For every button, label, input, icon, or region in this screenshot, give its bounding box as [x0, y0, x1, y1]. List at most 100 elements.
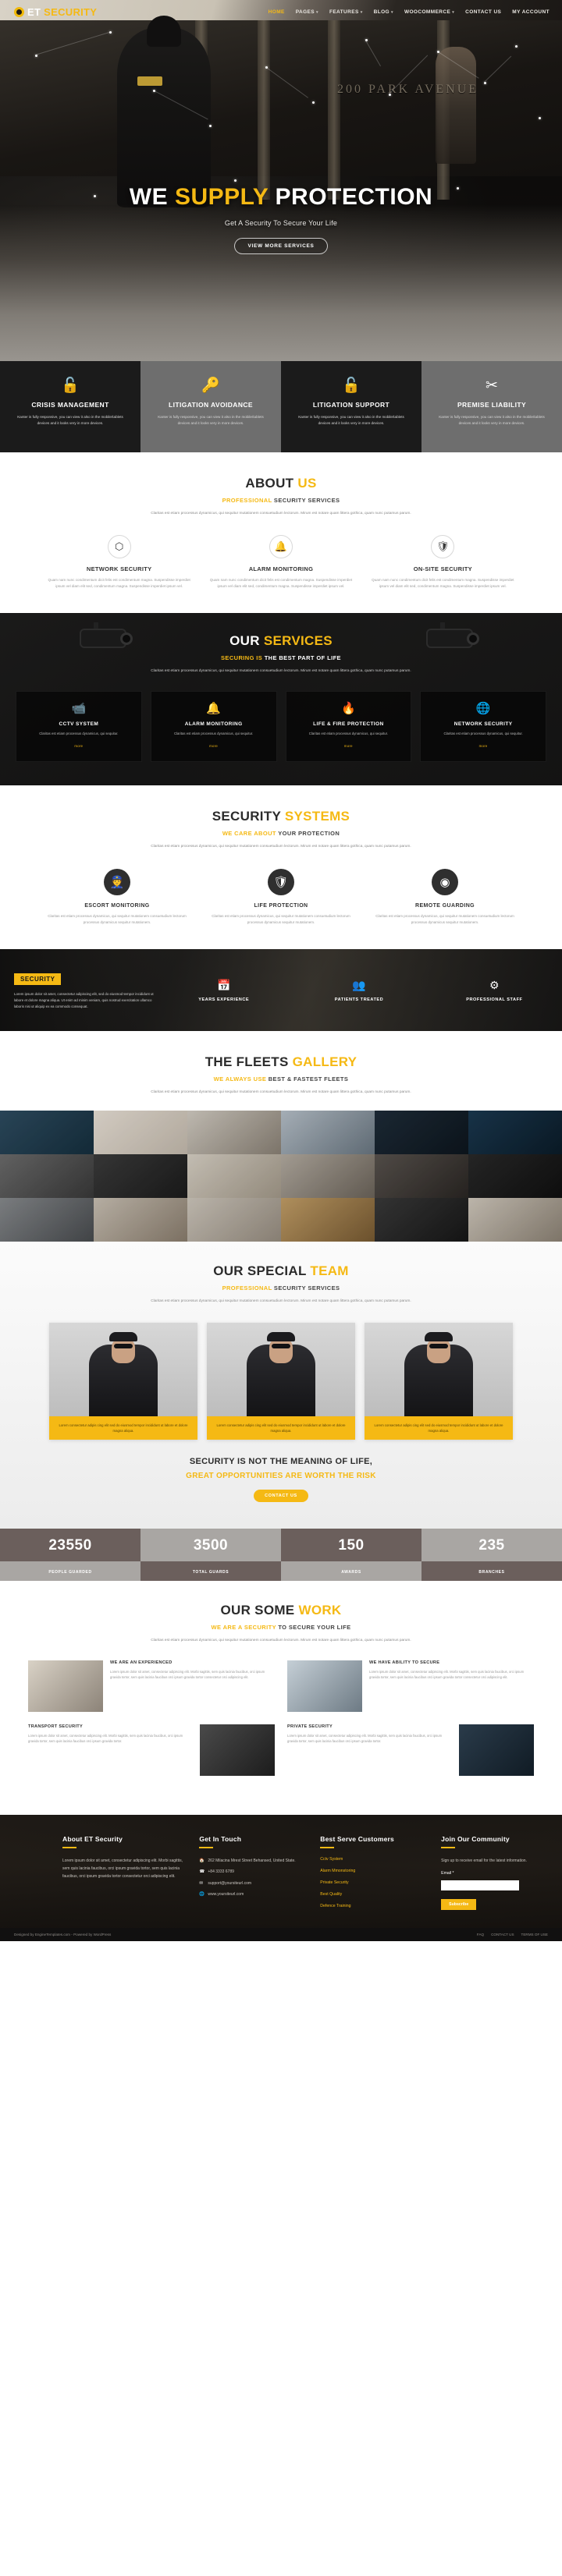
team-member-card[interactable]: Lorem consectetur adipis cing elit sed d… — [49, 1322, 197, 1440]
nav-item-contact-us[interactable]: CONTACT US — [465, 9, 501, 15]
system-desc: Claritas est etiam processus dynamicus, … — [48, 914, 187, 925]
team-member-card[interactable]: Lorem consectetur adipis cing elit sed d… — [207, 1322, 355, 1440]
footer-website-row[interactable]: 🌐 www.yoursiteurl.com — [199, 1890, 306, 1900]
nav-menu[interactable]: HOME PAGES FEATURES BLOG WOOCOMMERCE CON… — [269, 9, 550, 15]
nav-item-blog[interactable]: BLOG — [374, 9, 393, 15]
shield-check-icon: 🛡 — [431, 534, 455, 558]
gallery-item[interactable] — [187, 1197, 281, 1242]
work-post-experienced[interactable]: WE ARE AN EXPERIENCED Lorem ipsum dolor … — [28, 1660, 275, 1712]
copyright-link-faq[interactable]: FAQ — [477, 1933, 484, 1936]
about-column-desc: Quam nam nunc condimentum dicit felis es… — [48, 577, 190, 588]
gallery-item[interactable] — [94, 1197, 187, 1242]
key-icon: 🔑 — [201, 377, 220, 394]
gallery-item[interactable] — [94, 1110, 187, 1154]
gallery-item[interactable] — [0, 1110, 94, 1154]
gallery-item[interactable] — [281, 1153, 375, 1198]
gallery-item[interactable] — [0, 1153, 94, 1198]
footer-link-alarm-monitoring[interactable]: Alarm Mmonstoring — [320, 1869, 427, 1873]
footer-heading-underline — [320, 1846, 335, 1848]
gallery-heading: THE FLEETS GALLERY WE ALWAYS USE BEST & … — [0, 1054, 562, 1097]
feature-title: CRISIS MANAGEMENT — [31, 401, 109, 409]
gallery-item[interactable] — [0, 1197, 94, 1242]
footer-heading: Best Serve Customers — [320, 1834, 394, 1843]
site-logo[interactable]: ET SECURITY — [14, 6, 97, 18]
footer-email-row[interactable]: ✉ support@yoursiteurl.com — [199, 1880, 306, 1889]
work-post-transport-security[interactable]: TRANSPORT SECURITY Lorem ipsum dolor sit… — [28, 1724, 275, 1776]
gallery-text: Claritas est etiam processus dynamicus, … — [151, 1090, 411, 1095]
nav-item-my-account[interactable]: MY ACCOUNT — [512, 9, 550, 15]
work-post-ability-to-secure[interactable]: WE HAVE ABILITY TO SECURE Lorem ipsum do… — [287, 1660, 534, 1712]
view-more-services-button[interactable]: VIEW MORE SERVICES — [234, 238, 328, 254]
nav-item-pages[interactable]: PAGES — [296, 9, 318, 15]
services-subtitle-highlight: SECURING IS — [221, 654, 265, 662]
about-subtitle-dark: SECURITY SERVICES — [272, 497, 340, 504]
service-card-cctv-system[interactable]: 📹 CCTV SYSTEM Claritas est etiam process… — [16, 690, 142, 762]
newsletter-email-input[interactable] — [441, 1880, 520, 1890]
service-card-network-security[interactable]: 🌐 NETWORK SECURITY Claritas est etiam pr… — [420, 690, 546, 762]
nav-item-home[interactable]: HOME — [269, 9, 285, 15]
gallery-item[interactable] — [187, 1110, 281, 1154]
hero-particle-overlay — [0, 0, 562, 361]
gallery-title: THE FLEETS GALLERY — [0, 1054, 562, 1070]
counter-label: TOTAL GUARDS — [192, 1570, 229, 1575]
footer-link-private-security[interactable]: Private Security — [320, 1880, 427, 1885]
gallery-item[interactable] — [94, 1153, 187, 1198]
nav-item-features[interactable]: FEATURES — [329, 9, 363, 15]
work-row: WE ARE AN EXPERIENCED Lorem ipsum dolor … — [28, 1660, 534, 1712]
footer-link-best-quality[interactable]: Best Quality — [320, 1892, 427, 1897]
footer-heading: Get In Touch — [199, 1834, 242, 1843]
feature-card-crisis-management[interactable]: 🔓 CRISIS MANAGEMENT Kanter is fully resp… — [0, 361, 140, 452]
contact-us-button[interactable]: CONTACT US — [254, 1490, 308, 1503]
feature-card-litigation-support[interactable]: 🔓 LITIGATION SUPPORT Kanter is fully res… — [281, 361, 422, 452]
gallery-item[interactable] — [375, 1197, 468, 1242]
footer-link-defence-training[interactable]: Defence Training — [320, 1904, 427, 1908]
service-card-more-link[interactable]: more — [209, 744, 218, 748]
gallery-item[interactable] — [281, 1197, 375, 1242]
copyright-link-terms[interactable]: TERMS OF USE — [521, 1933, 548, 1936]
gallery-item[interactable] — [468, 1110, 562, 1154]
feature-card-litigation-avoidance[interactable]: 🔑 LITIGATION AVOIDANCE Kanter is fully r… — [140, 361, 281, 452]
service-card-more-link[interactable]: more — [344, 744, 353, 748]
main-navigation[interactable]: ET SECURITY HOME PAGES FEATURES BLOG WOO… — [0, 0, 562, 20]
work-subtitle-highlight: WE ARE A SECURITY — [211, 1624, 279, 1632]
service-card-title: CCTV SYSTEM — [59, 721, 99, 727]
hero-headline-part1: WE — [129, 184, 175, 210]
footer-column-newsletter: Join Our Community Sign up to receive em… — [441, 1835, 548, 1915]
work-title-highlight: WORK — [298, 1603, 342, 1618]
service-card-alarm-monitoring[interactable]: 🔔 ALARM MONITORING Claritas est etiam pr… — [150, 690, 277, 762]
subscribe-button[interactable]: Subscribe — [441, 1898, 477, 1910]
gallery-item[interactable] — [468, 1153, 562, 1198]
team-heading: OUR SPECIAL TEAM PROFESSIONAL SECURITY S… — [0, 1263, 562, 1306]
counter-value: 3500 — [193, 1537, 229, 1554]
band-paragraph: Lorem ipsum dolor sit amet, consectetur … — [14, 991, 154, 1008]
hero-section: 200 PARK AVENUE ET SECURITY HOME PAGES ▾… — [0, 0, 562, 361]
service-card-life-fire-protection[interactable]: 🔥 LIFE & FIRE PROTECTION Claritas est et… — [285, 690, 412, 762]
footer-phone-row[interactable]: ☎ +84 3333 6789 — [199, 1868, 306, 1877]
team-member-card[interactable]: Lorem consectetur adipis cing elit sed d… — [365, 1322, 513, 1440]
footer-link-cctv-system[interactable]: Cctv System — [320, 1857, 427, 1862]
gallery-item[interactable] — [468, 1197, 562, 1242]
work-section: OUR SOME WORK WE ARE A SECURITY TO SECUR… — [0, 1581, 562, 1815]
work-post-private-security[interactable]: PRIVATE SECURITY Lorem ipsum dolor sit a… — [287, 1724, 534, 1776]
service-card-more-link[interactable]: more — [74, 744, 83, 748]
feature-description: Kanter is fully responsive, you can view… — [439, 415, 545, 426]
copyright-link-contact-us[interactable]: CONTACT US — [491, 1933, 514, 1936]
systems-heading: SECURITY SYSTEMS WE CARE ABOUT YOUR PROT… — [0, 809, 562, 851]
gallery-item[interactable] — [187, 1153, 281, 1198]
about-column-desc: Quam nam nunc condimentum dicit felis es… — [209, 577, 353, 588]
work-post-image — [200, 1724, 275, 1776]
systems-columns: 👮 ESCORT MONITORING Claritas est etiam p… — [0, 850, 562, 926]
hero-headline: WE SUPPLY PROTECTION — [0, 184, 562, 211]
team-cta: SECURITY IS NOT THE MEANING OF LIFE, GRE… — [0, 1440, 562, 1503]
gallery-item[interactable] — [375, 1110, 468, 1154]
gallery-item[interactable] — [281, 1110, 375, 1154]
nav-item-woocommerce[interactable]: WOOCOMMERCE — [404, 9, 454, 15]
work-heading: OUR SOME WORK WE ARE A SECURITY TO SECUR… — [0, 1603, 562, 1645]
phone-icon: ☎ — [199, 1869, 205, 1875]
service-card-desc: Claritas est etiam processus dynamicus, … — [443, 731, 523, 735]
service-card-more-link[interactable]: more — [479, 744, 488, 748]
copyright-links[interactable]: FAQ CONTACT US TERMS OF USE — [477, 1933, 548, 1936]
system-title: LIFE PROTECTION — [254, 903, 308, 909]
gallery-item[interactable] — [375, 1153, 468, 1198]
feature-card-premise-liability[interactable]: ✂ PREMISE LIABILITY Kanter is fully resp… — [422, 361, 562, 452]
